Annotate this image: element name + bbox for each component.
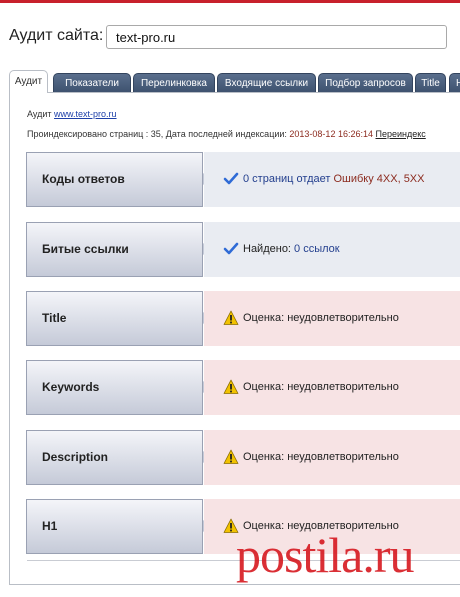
site-link[interactable]: www.text-pro.ru [54,109,117,119]
tab-h[interactable]: H [449,73,460,92]
watermark: postila.ru [236,527,414,583]
rating-text: Оценка: неудовлетворительно [243,451,399,463]
reindex-link[interactable]: Переиндекс [376,129,426,139]
index-info-text: Проиндексировано страниц : 35, Дата посл… [27,129,290,139]
row-value: 0 страниц отдает Ошибку 4XX, 5XX [204,152,460,207]
result-row-title: Title Оценка: неудовлетворительно [26,291,460,346]
index-date: 2013-08-12 16:26:14 [289,129,373,139]
tab-query-selection[interactable]: Подбор запросов [318,73,413,92]
site-url-input[interactable] [106,25,447,49]
row-value: Оценка: неудовлетворительно [204,291,460,346]
result-row-keywords: Keywords Оценка: неудовлетворительно [26,360,460,415]
broken-links-count[interactable]: 0 ссылок [294,243,340,255]
checkmark-icon [223,172,239,185]
top-accent-line [0,0,460,3]
tab-interlinking[interactable]: Перелинковка [133,73,215,92]
breadcrumb-prefix: Аудит [27,109,52,119]
audit-site-label: Аудит сайта: [9,27,104,44]
result-row-broken-links: Битые ссылки Найдено: 0 ссылок [26,222,460,277]
row-value: Оценка: неудовлетворительно [204,430,460,485]
tab-indicators[interactable]: Показатели [53,73,131,92]
warning-icon [223,310,239,325]
breadcrumb: Аудит www.text-pro.ru [27,109,117,119]
row-count: 0 страниц отдает [243,173,334,185]
row-text-prefix: Найдено: [243,243,295,255]
row-label: H1 [26,499,203,554]
warning-icon [223,379,239,394]
row-label: Битые ссылки [26,222,203,277]
rating-text: Оценка: неудовлетворительно [243,312,399,324]
row-label: Description [26,430,203,485]
row-label: Коды ответов [26,152,203,207]
tab-audit[interactable]: Аудит [9,70,48,93]
tab-bar: Аудит Показатели Перелинковка Входящие с… [9,70,460,93]
row-label: Title [26,291,203,346]
error-codes-link[interactable]: Ошибку 4XX, 5XX [333,173,424,185]
tab-title[interactable]: Title [415,73,446,92]
result-row-description: Description Оценка: неудовлетворительно [26,430,460,485]
result-row-response-codes: Коды ответов 0 страниц отдает Ошибку 4XX… [26,152,460,207]
row-label: Keywords [26,360,203,415]
row-value: Оценка: неудовлетворительно [204,360,460,415]
rating-text: Оценка: неудовлетворительно [243,381,399,393]
index-info: Проиндексировано страниц : 35, Дата посл… [27,129,426,139]
row-value: Найдено: 0 ссылок [204,222,460,277]
checkmark-icon [223,242,239,255]
tab-incoming-links[interactable]: Входящие ссылки [217,73,316,92]
warning-icon [223,449,239,464]
